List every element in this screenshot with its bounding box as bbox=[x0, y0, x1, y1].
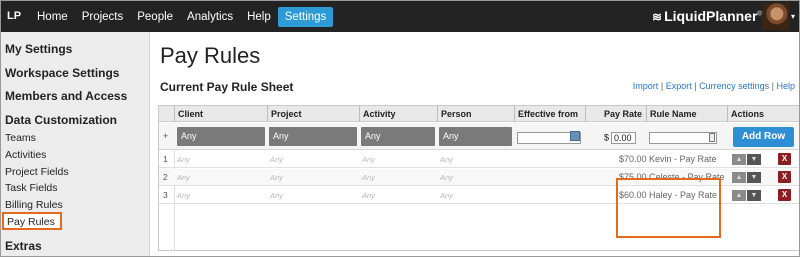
pay-rate-highlight-box bbox=[616, 178, 721, 238]
main-content: Pay Rules Current Pay Rule Sheet Import … bbox=[150, 32, 799, 256]
currency-symbol: $ bbox=[604, 132, 610, 143]
nav-home[interactable]: Home bbox=[30, 7, 75, 27]
sidebar-item-teams[interactable]: Teams bbox=[5, 132, 36, 144]
move-up-icon[interactable]: ▲ bbox=[732, 154, 746, 165]
project-select[interactable]: Any bbox=[269, 127, 357, 146]
nav-settings[interactable]: Settings bbox=[277, 7, 334, 27]
table-row: 1 Any Any Any Any $70.00 Kevin - Pay Rat… bbox=[159, 151, 799, 168]
brand-name: LiquidPlanner bbox=[664, 8, 758, 24]
move-down-icon[interactable]: ▼ bbox=[747, 172, 761, 183]
page-title: Pay Rules bbox=[160, 43, 261, 68]
row-client[interactable]: Any bbox=[177, 191, 190, 200]
sheet-links: Import | Export | Currency settings | He… bbox=[633, 81, 795, 91]
link-separator: | bbox=[660, 81, 664, 91]
move-up-icon[interactable]: ▲ bbox=[732, 190, 746, 201]
table-header: Client Project Activity Person Effective… bbox=[159, 106, 799, 122]
link-separator: | bbox=[694, 81, 697, 91]
add-row-button[interactable]: Add Row bbox=[733, 127, 794, 147]
nav-help[interactable]: Help bbox=[240, 7, 278, 27]
row-move-buttons: ▲ ▼ bbox=[732, 172, 761, 183]
sidebar-my-settings[interactable]: My Settings bbox=[5, 42, 72, 56]
sidebar-item-billing-rules[interactable]: Billing Rules bbox=[5, 199, 63, 211]
col-pay-rate: Pay Rate bbox=[585, 106, 646, 122]
sidebar-item-activities[interactable]: Activities bbox=[5, 149, 46, 161]
row-project[interactable]: Any bbox=[270, 191, 283, 200]
client-select[interactable]: Any bbox=[177, 127, 265, 146]
nav-analytics[interactable]: Analytics bbox=[180, 7, 240, 27]
row-number: 1 bbox=[163, 154, 168, 164]
import-link[interactable]: Import bbox=[633, 81, 659, 91]
sidebar-extras[interactable]: Extras bbox=[5, 239, 42, 253]
delete-row-button[interactable]: X bbox=[778, 171, 791, 183]
col-actions: Actions bbox=[727, 106, 799, 122]
col-activity: Activity bbox=[359, 106, 437, 122]
row-activity[interactable]: Any bbox=[362, 155, 375, 164]
row-client[interactable]: Any bbox=[177, 155, 190, 164]
user-menu-caret-icon[interactable]: ▾ bbox=[791, 12, 795, 21]
row-person[interactable]: Any bbox=[440, 155, 453, 164]
row-project[interactable]: Any bbox=[270, 155, 283, 164]
row-number: 2 bbox=[163, 172, 168, 182]
currency-settings-link[interactable]: Currency settings bbox=[699, 81, 769, 91]
row-number: 3 bbox=[163, 190, 168, 200]
sidebar-item-task-fields[interactable]: Task Fields bbox=[5, 182, 58, 194]
move-up-icon[interactable]: ▲ bbox=[732, 172, 746, 183]
sidebar-item-project-fields[interactable]: Project Fields bbox=[5, 166, 69, 178]
sidebar-workspace-settings[interactable]: Workspace Settings bbox=[5, 66, 119, 80]
row-rule-name[interactable]: Kevin - Pay Rate bbox=[649, 154, 717, 164]
col-client: Client bbox=[174, 106, 267, 122]
row-person[interactable]: Any bbox=[440, 191, 453, 200]
nav-projects[interactable]: Projects bbox=[75, 7, 131, 27]
user-avatar[interactable] bbox=[762, 3, 789, 30]
row-activity[interactable]: Any bbox=[362, 173, 375, 182]
rule-name-input[interactable] bbox=[649, 132, 717, 144]
delete-row-button[interactable]: X bbox=[778, 189, 791, 201]
sidebar-item-pay-rules[interactable]: Pay Rules bbox=[2, 212, 62, 230]
move-down-icon[interactable]: ▼ bbox=[747, 154, 761, 165]
sheet-title: Current Pay Rule Sheet bbox=[160, 80, 294, 94]
row-activity[interactable]: Any bbox=[362, 191, 375, 200]
rule-name-picker-icon[interactable] bbox=[709, 133, 715, 142]
brand-waves-icon: ≋ bbox=[652, 10, 663, 24]
calendar-icon[interactable] bbox=[570, 131, 580, 141]
add-row: + Any Any Any Any $0.00 Add Row bbox=[159, 123, 799, 150]
row-person[interactable]: Any bbox=[440, 173, 453, 182]
row-pay-rate[interactable]: $70.00 bbox=[619, 154, 647, 164]
help-link[interactable]: Help bbox=[776, 81, 795, 91]
col-effective-from: Effective from bbox=[514, 106, 585, 122]
row-move-buttons: ▲ ▼ bbox=[732, 154, 761, 165]
pay-rate-input[interactable]: 0.00 bbox=[611, 132, 637, 144]
brand-logo: ≋ LiquidPlanner® bbox=[652, 8, 762, 24]
row-move-buttons: ▲ ▼ bbox=[732, 190, 761, 201]
activity-select[interactable]: Any bbox=[361, 127, 435, 146]
col-rule-name: Rule Name bbox=[646, 106, 727, 122]
row-client[interactable]: Any bbox=[177, 173, 190, 182]
move-down-icon[interactable]: ▼ bbox=[747, 190, 761, 201]
col-person: Person bbox=[437, 106, 514, 122]
nav-people[interactable]: People bbox=[130, 7, 180, 27]
main-nav: Home Projects People Analytics Help Sett… bbox=[30, 7, 334, 27]
lp-logo[interactable]: LP bbox=[7, 10, 21, 22]
row-project[interactable]: Any bbox=[270, 173, 283, 182]
link-separator: | bbox=[771, 81, 774, 91]
sidebar-data-customization[interactable]: Data Customization bbox=[5, 113, 117, 127]
settings-sidebar: My Settings Workspace Settings Members a… bbox=[1, 32, 150, 256]
delete-row-button[interactable]: X bbox=[778, 153, 791, 165]
export-link[interactable]: Export bbox=[666, 81, 692, 91]
sidebar-members-access[interactable]: Members and Access bbox=[5, 89, 127, 103]
app-window: LP Home Projects People Analytics Help S… bbox=[0, 0, 800, 257]
col-project: Project bbox=[267, 106, 359, 122]
top-nav-bar: LP Home Projects People Analytics Help S… bbox=[1, 1, 799, 32]
add-row-plus-icon: + bbox=[163, 131, 169, 141]
pay-rate-field: $0.00 bbox=[604, 132, 637, 144]
person-select[interactable]: Any bbox=[439, 127, 512, 146]
